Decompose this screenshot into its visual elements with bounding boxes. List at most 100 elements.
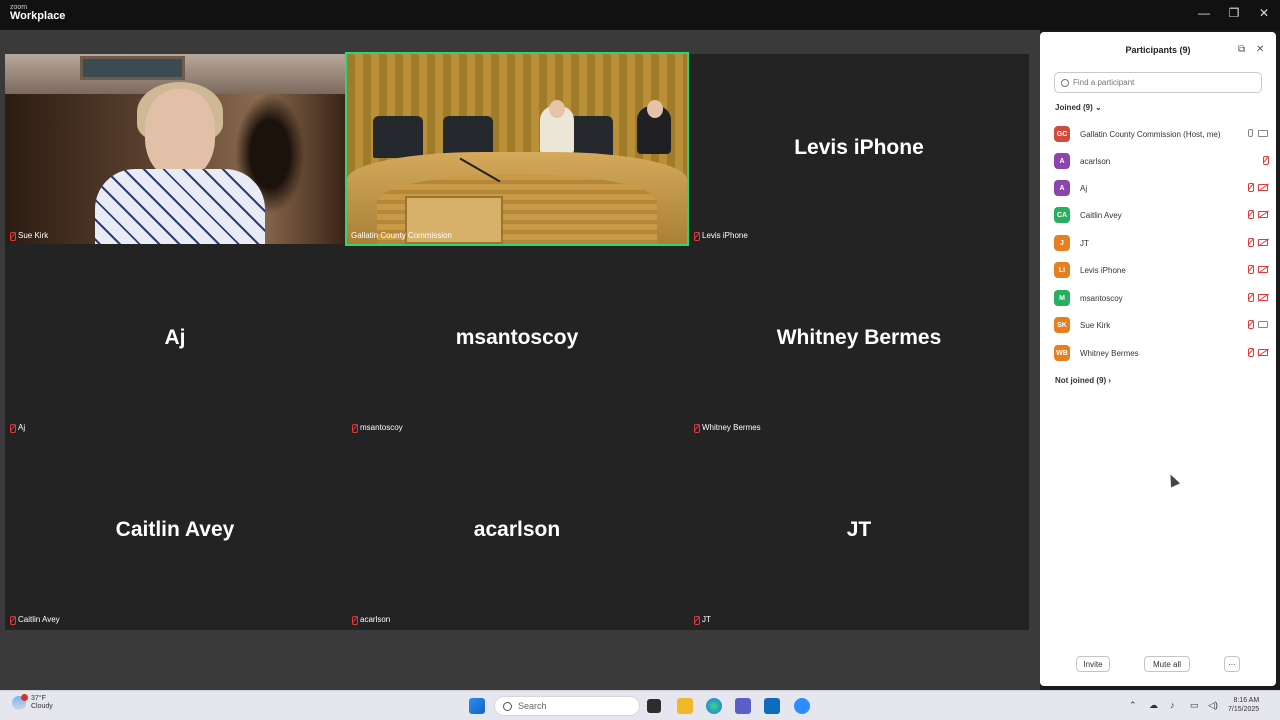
onedrive-icon[interactable]: ☁ bbox=[1149, 700, 1158, 711]
clock-time: 8:16 AM bbox=[1233, 697, 1260, 704]
participant-body bbox=[95, 169, 265, 244]
weather-widget[interactable]: 37°F Cloudy bbox=[12, 694, 53, 712]
brand-big: Workplace bbox=[10, 10, 66, 22]
camera-off-icon[interactable] bbox=[1258, 293, 1268, 301]
weather-icon bbox=[12, 694, 28, 711]
participant-row-name: JT bbox=[1080, 238, 1089, 248]
mic-muted-icon bbox=[9, 231, 16, 241]
gallery-grid: Sue Kirk Gallatin County Commission Levi… bbox=[5, 52, 1029, 630]
participant-row-name: Sue Kirk bbox=[1080, 320, 1111, 330]
avatar: J bbox=[1054, 235, 1070, 251]
meeting-view: Sue Kirk Gallatin County Commission Levi… bbox=[0, 30, 1040, 690]
participant-row[interactable]: A Aj bbox=[1054, 178, 1268, 198]
start-icon[interactable] bbox=[469, 698, 485, 714]
participant-row[interactable]: WB Whitney Bermes bbox=[1054, 343, 1268, 363]
close-window-button[interactable]: ✕ bbox=[1254, 6, 1274, 20]
pop-out-icon[interactable]: ⧉ bbox=[1238, 44, 1245, 55]
mic-muted-icon bbox=[351, 615, 358, 625]
participant-row[interactable]: LI Levis iPhone bbox=[1054, 260, 1268, 280]
participant-row[interactable]: M msantoscoy bbox=[1054, 288, 1268, 308]
camera-off-icon[interactable] bbox=[1258, 265, 1268, 273]
tile-label: Gallatin County Commission bbox=[351, 231, 452, 240]
task-view-icon[interactable] bbox=[647, 699, 661, 713]
taskbar-search[interactable]: Search bbox=[494, 696, 640, 716]
avatar: LI bbox=[1054, 262, 1070, 278]
camera-icon[interactable] bbox=[1258, 129, 1268, 137]
tile-label: acarlson bbox=[351, 615, 390, 625]
participant-row[interactable]: A acarlson bbox=[1054, 151, 1269, 171]
tile-label: Caitlin Avey bbox=[9, 615, 60, 625]
chevron-right-icon: › bbox=[1108, 376, 1112, 385]
minimize-button[interactable]: — bbox=[1194, 6, 1214, 20]
video-tile-gallatin-county-commission[interactable]: Gallatin County Commission bbox=[345, 52, 689, 246]
zoom-taskbar-icon[interactable] bbox=[794, 698, 810, 714]
mute-all-button[interactable]: Mute all bbox=[1144, 656, 1190, 672]
clock-date: 7/15/2025 bbox=[1228, 706, 1260, 714]
video-tile-msantoscoy[interactable]: msantoscoy msantoscoy bbox=[347, 246, 687, 436]
mic-muted-icon[interactable] bbox=[1247, 210, 1254, 219]
video-tile-whitney-bermes[interactable]: Whitney Bermes Whitney Bermes bbox=[689, 246, 1029, 436]
participant-name: JT bbox=[846, 518, 872, 541]
mic-muted-icon[interactable] bbox=[1247, 293, 1254, 302]
participant-row-name: Aj bbox=[1080, 183, 1088, 193]
participant-row[interactable]: CA Caitlin Avey bbox=[1054, 205, 1268, 225]
video-tile-acarlson[interactable]: acarlson acarlson bbox=[347, 438, 687, 628]
camera-off-icon[interactable] bbox=[1258, 183, 1268, 191]
camera-off-icon[interactable] bbox=[1258, 210, 1268, 218]
mic-muted-icon[interactable] bbox=[1247, 265, 1254, 274]
mic-muted-icon bbox=[351, 423, 358, 433]
participant-name: Levis iPhone bbox=[794, 136, 924, 159]
mic-muted-icon[interactable] bbox=[1247, 348, 1254, 357]
video-tile-caitlin-avey[interactable]: Caitlin Avey Caitlin Avey bbox=[5, 438, 345, 628]
participant-row-name: Gallatin County Commission (Host, me) bbox=[1080, 129, 1221, 139]
participant-row-name: acarlson bbox=[1080, 156, 1111, 166]
volume-icon[interactable]: ◁) bbox=[1208, 700, 1218, 711]
participant-face bbox=[145, 89, 215, 179]
avatar: GC bbox=[1054, 126, 1070, 142]
more-options-button[interactable]: ··· bbox=[1224, 656, 1240, 672]
video-tile-jt[interactable]: JT JT bbox=[689, 438, 1029, 628]
participant-search[interactable] bbox=[1054, 72, 1262, 93]
search-input[interactable] bbox=[1073, 78, 1253, 87]
close-panel-icon[interactable]: ✕ bbox=[1256, 44, 1264, 55]
avatar: A bbox=[1054, 153, 1070, 169]
outlook-icon[interactable] bbox=[764, 698, 780, 714]
maximize-button[interactable]: ❐ bbox=[1224, 6, 1244, 20]
mic-muted-icon bbox=[693, 423, 700, 433]
camera-off-icon[interactable] bbox=[1258, 348, 1268, 356]
mic-icon[interactable] bbox=[1248, 129, 1253, 137]
file-explorer-icon[interactable] bbox=[677, 698, 693, 714]
mic-muted-icon[interactable] bbox=[1247, 320, 1254, 329]
chevron-up-icon[interactable]: ⌃ bbox=[1129, 700, 1137, 711]
network-icon[interactable]: ▭ bbox=[1190, 700, 1199, 711]
mic-muted-icon bbox=[9, 615, 16, 625]
invite-button[interactable]: Invite bbox=[1076, 656, 1110, 672]
camera-off-icon[interactable] bbox=[1258, 238, 1268, 246]
video-tile-aj[interactable]: Aj Aj bbox=[5, 246, 345, 436]
wall-picture bbox=[80, 56, 185, 80]
mic-muted-icon bbox=[693, 231, 700, 241]
mic-muted-icon[interactable] bbox=[1247, 183, 1254, 192]
mic-muted-icon[interactable] bbox=[1247, 238, 1254, 247]
joined-section-toggle[interactable]: Joined (9) ⌄ bbox=[1055, 103, 1102, 112]
video-tile-levis-iphone[interactable]: Levis iPhone Levis iPhone bbox=[689, 54, 1029, 244]
tile-label: Sue Kirk bbox=[9, 231, 48, 241]
participant-row-name: msantoscoy bbox=[1080, 293, 1123, 303]
teams-icon[interactable] bbox=[735, 698, 751, 714]
camera-icon[interactable] bbox=[1258, 320, 1268, 328]
clock[interactable]: 8:16 AM 7/15/2025 bbox=[1228, 696, 1259, 715]
title-bar: zoom Workplace — ❐ ✕ bbox=[0, 0, 1280, 30]
participant-row[interactable]: SK Sue Kirk bbox=[1054, 315, 1268, 335]
mic-muted-icon[interactable] bbox=[1262, 156, 1269, 165]
participant-row-name: Levis iPhone bbox=[1080, 265, 1126, 275]
participant-name: Caitlin Avey bbox=[115, 518, 235, 541]
tile-label: Whitney Bermes bbox=[693, 423, 761, 433]
participant-row-name: Whitney Bermes bbox=[1080, 348, 1139, 358]
edge-icon[interactable] bbox=[706, 698, 722, 714]
search-icon bbox=[503, 701, 512, 711]
not-joined-section-toggle[interactable]: Not joined (9) › bbox=[1055, 376, 1111, 385]
video-tile-sue-kirk[interactable]: Sue Kirk bbox=[5, 54, 345, 244]
mic-tray-icon[interactable]: ♪ bbox=[1170, 700, 1175, 710]
participant-row[interactable]: J JT bbox=[1054, 233, 1268, 253]
participant-row[interactable]: GC Gallatin County Commission (Host, me) bbox=[1054, 124, 1268, 144]
